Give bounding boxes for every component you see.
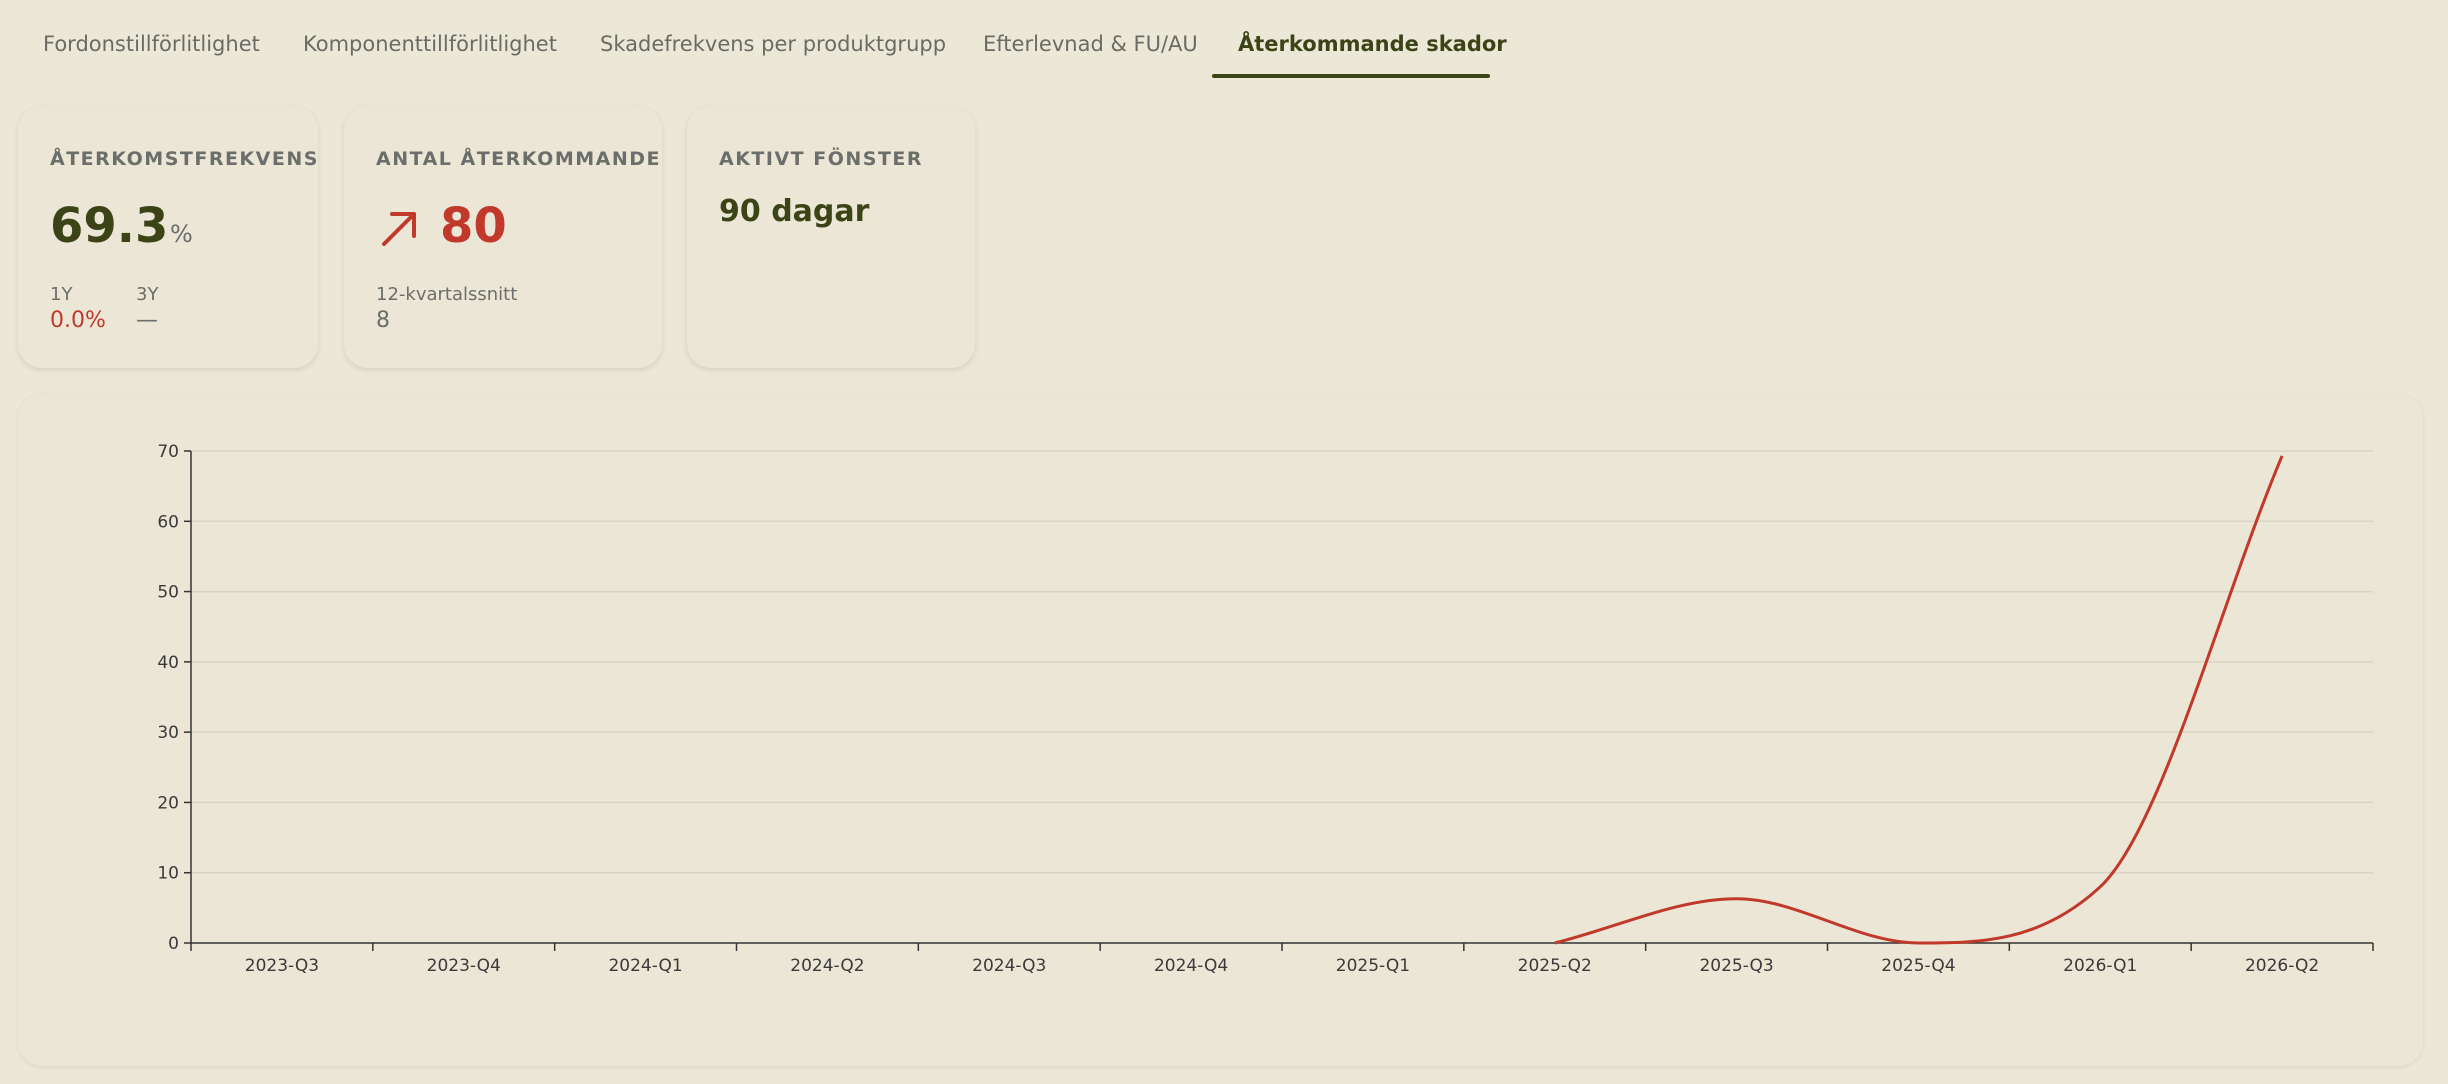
arrow-up-right-icon [382,212,416,246]
kpi-3y-label: 3Y [136,284,159,305]
kpi-1y-value: 0.0% [50,308,106,333]
y-tick-label: 50 [157,583,179,603]
tab-bar: Fordonstillförlitlighet Komponenttillför… [0,0,2448,80]
kpi-card-recurring-count: ANTAL ÅTERKOMMANDE 80 12-kvartalssnitt 8 [344,106,662,368]
series-line [1554,455,2284,945]
tab-vehicle-reliability[interactable]: Fordonstillförlitlighet [43,32,260,56]
recurring-damage-chart: 0 10 20 30 40 50 60 70 2023-Q3 2023-Q4 2024-Q1 2024… [157,442,2374,976]
x-tick-label: 2026-Q2 [2245,956,2319,976]
y-tick-label: 0 [168,934,179,954]
kpi-title: ANTAL ÅTERKOMMANDE [376,148,661,170]
x-tick-label: 2024-Q3 [972,956,1046,976]
tab-compliance[interactable]: Efterlevnad & FU/AU [983,32,1198,56]
y-tick-label: 40 [157,653,179,673]
active-tab-indicator [1212,74,1490,78]
kpi-avg-value: 8 [376,308,390,333]
kpi-title: ÅTERKOMSTFREKVENS [50,148,319,170]
tab-damage-frequency[interactable]: Skadefrekvens per produktgrupp [600,32,946,56]
kpi-value: 80 [440,198,507,254]
y-tick-label: 10 [157,864,179,884]
y-tick-label: 60 [157,512,179,532]
kpi-value: 69.3 [50,198,169,254]
x-tick-label: 2023-Q3 [245,956,319,976]
x-tick-label: 2025-Q3 [1699,956,1773,976]
tab-recurring-damage[interactable]: Återkommande skador [1238,32,1507,56]
x-tick-label: 2025-Q2 [1518,956,1592,976]
chart-panel: 0 10 20 30 40 50 60 70 2023-Q3 2023-Q4 2024-Q1 2024… [18,394,2423,1066]
y-tick-label: 70 [157,442,179,462]
kpi-card-active-window: AKTIVT FÖNSTER 90 dagar [687,106,975,368]
x-tick-label: 2026-Q1 [2063,956,2137,976]
kpi-3y-value: — [136,308,158,333]
y-tick-label: 20 [157,793,179,813]
x-tick-label: 2025-Q1 [1336,956,1410,976]
tab-component-reliability[interactable]: Komponenttillförlitlighet [303,32,557,56]
kpi-unit: % [170,220,193,248]
kpi-value: 90 dagar [719,194,870,229]
x-tick-label: 2023-Q4 [427,956,501,976]
kpi-card-recurrence-rate: ÅTERKOMSTFREKVENS 69.3 % 1Y 0.0% 3Y — [18,106,318,368]
x-tick-label: 2024-Q2 [790,956,864,976]
kpi-avg-label: 12-kvartalssnitt [376,284,518,305]
x-tick-label: 2024-Q1 [608,956,682,976]
x-tick-label: 2025-Q4 [1881,956,1955,976]
kpi-1y-label: 1Y [50,284,73,305]
kpi-title: AKTIVT FÖNSTER [719,148,924,170]
y-tick-label: 30 [157,723,179,743]
x-tick-label: 2024-Q4 [1154,956,1228,976]
